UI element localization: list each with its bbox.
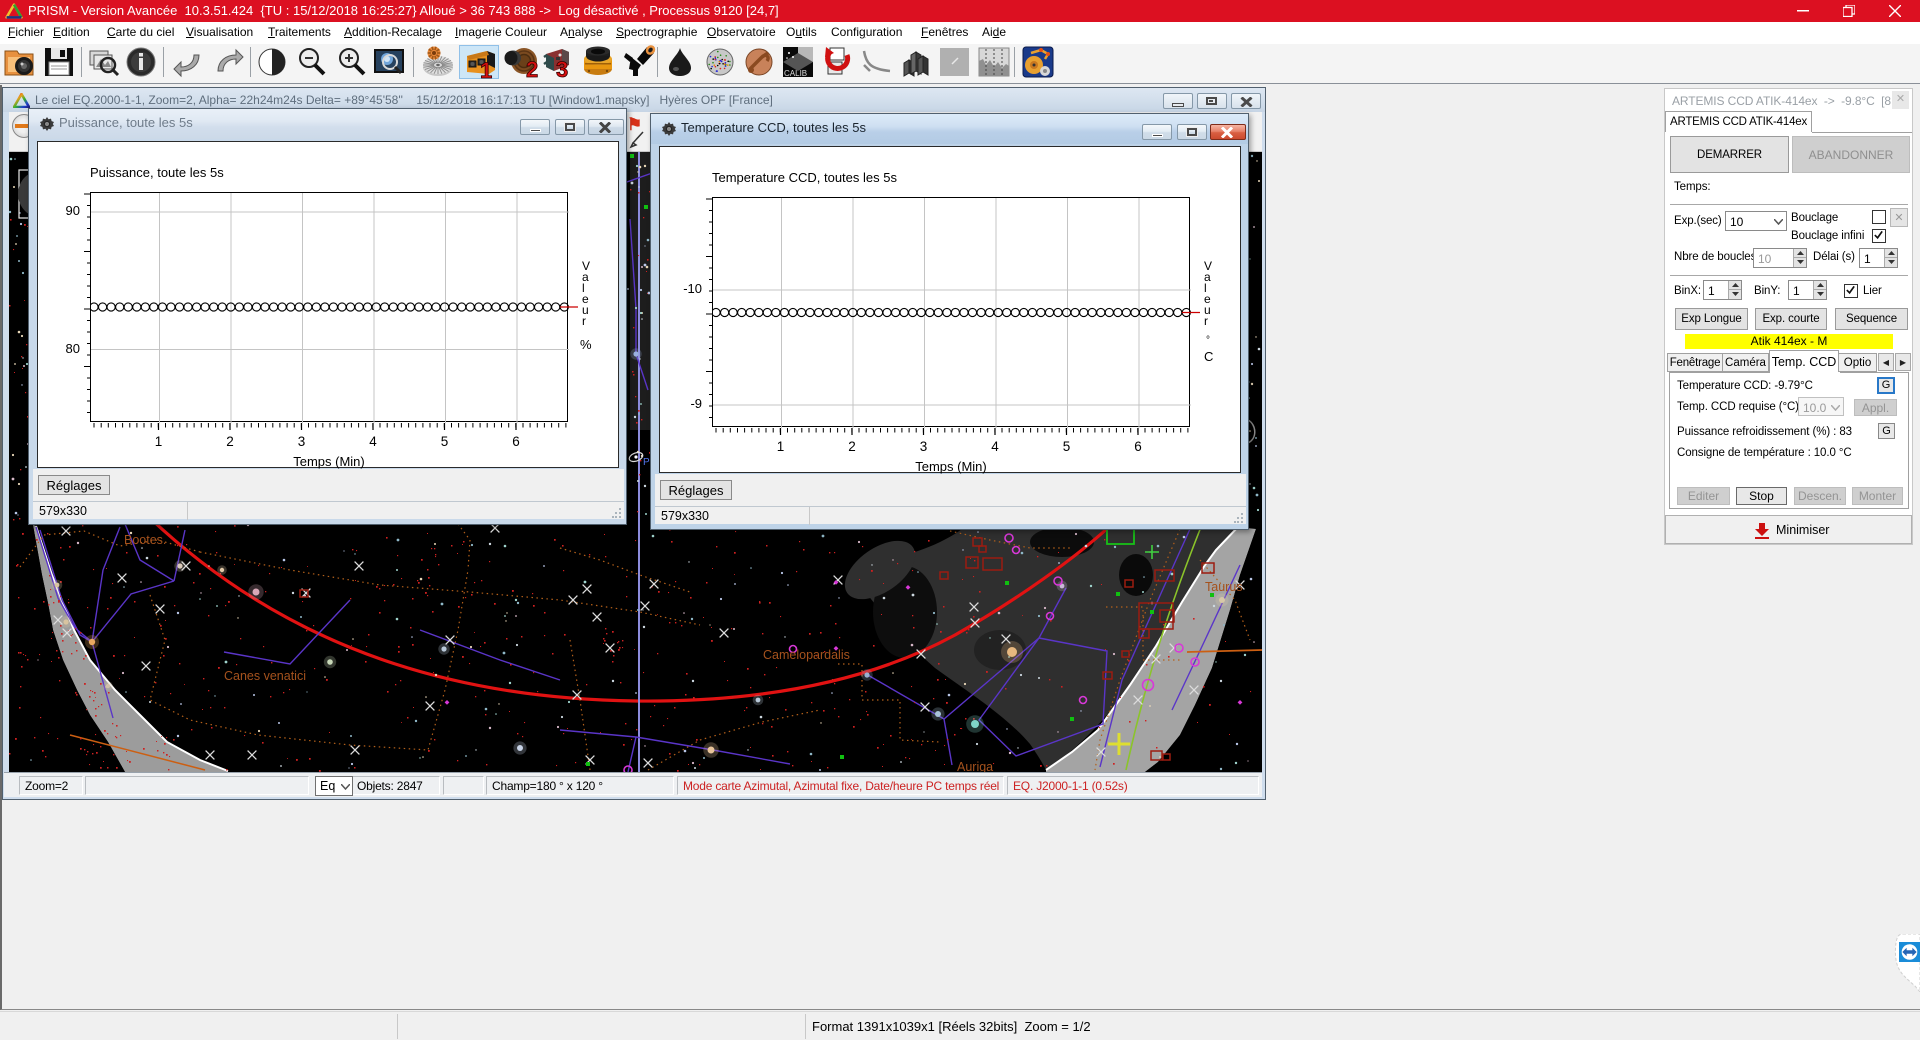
svg-text:Canes venatici: Canes venatici [224, 669, 306, 683]
svg-text:Camelopardalis: Camelopardalis [763, 648, 850, 662]
svg-text:Bootes.: Bootes. [124, 533, 166, 547]
svg-text:Taurus: Taurus [1205, 580, 1243, 594]
